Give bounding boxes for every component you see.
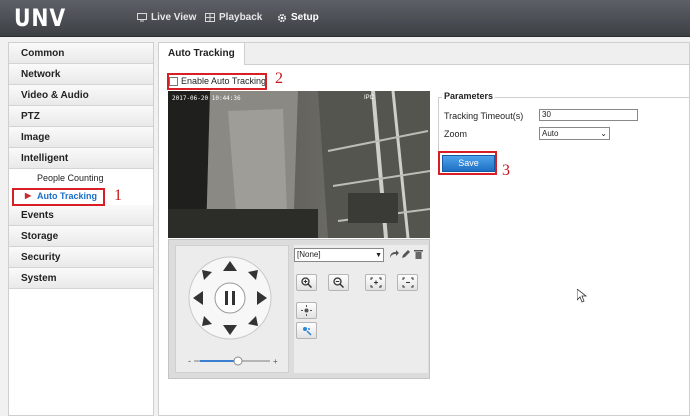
nav-live-view-label: Live View bbox=[151, 12, 197, 23]
call-preset-icon[interactable] bbox=[389, 249, 399, 259]
focus-far-button[interactable] bbox=[397, 274, 418, 291]
sidebar-item-system[interactable]: System bbox=[9, 268, 153, 289]
sidebar-item-intelligent[interactable]: Intelligent bbox=[9, 148, 153, 169]
arrow-up-right-icon bbox=[248, 270, 258, 280]
gear-icon bbox=[277, 13, 287, 22]
osd-timestamp: 2017-06-20 10:44:36 bbox=[172, 95, 241, 102]
zoom-in-button[interactable] bbox=[296, 274, 317, 291]
sidebar: Common Network Video & Audio PTZ Image I… bbox=[8, 42, 154, 416]
pan-down-left-button[interactable] bbox=[202, 316, 212, 326]
wiper-icon bbox=[303, 327, 312, 336]
trash-icon[interactable] bbox=[413, 249, 423, 259]
ptz-preset-area: [None] ▼ bbox=[294, 245, 428, 373]
pan-up-left-button[interactable] bbox=[202, 270, 212, 280]
focus-far-icon bbox=[402, 277, 413, 288]
sidebar-item-network[interactable]: Network bbox=[9, 64, 153, 85]
annotation-number-1: 1 bbox=[114, 187, 122, 204]
preset-select-value: [None] bbox=[297, 250, 321, 259]
arrow-down-icon bbox=[223, 325, 237, 335]
pan-left-button[interactable] bbox=[193, 291, 203, 305]
arrow-down-left-icon bbox=[202, 316, 212, 326]
top-bar: UNV Live View Playback Setup bbox=[0, 0, 690, 37]
pan-right-button[interactable] bbox=[257, 291, 267, 305]
zoom-out-icon bbox=[333, 277, 344, 288]
zoom-in-icon bbox=[301, 277, 312, 288]
sidebar-item-common[interactable]: Common bbox=[9, 43, 153, 64]
arrow-up-icon bbox=[223, 261, 237, 271]
tab-bar: Auto Tracking bbox=[159, 43, 689, 65]
sidebar-item-storage[interactable]: Storage bbox=[9, 226, 153, 247]
live-video[interactable]: 2017-06-20 10:44:36 IPC bbox=[168, 91, 430, 238]
svg-text:-: - bbox=[188, 356, 191, 366]
cursor-arrow-icon bbox=[576, 288, 588, 303]
sidebar-item-security[interactable]: Security bbox=[9, 247, 153, 268]
sidebar-item-video-audio[interactable]: Video & Audio bbox=[9, 85, 153, 106]
film-icon bbox=[205, 13, 215, 22]
main-panel: Auto Tracking Enable Auto Tracking 2017-… bbox=[158, 42, 690, 416]
arrow-left-icon bbox=[193, 291, 203, 305]
osd-camera-name: IPC bbox=[364, 95, 375, 101]
chevron-down-icon: ▼ bbox=[375, 252, 382, 259]
focus-near-icon bbox=[370, 277, 381, 288]
nav-playback[interactable]: Playback bbox=[205, 12, 262, 23]
parameters-title: Parameters bbox=[442, 91, 496, 101]
mouse-cursor bbox=[576, 288, 588, 306]
annotation-box-3 bbox=[438, 151, 497, 175]
monitor-icon bbox=[137, 13, 147, 22]
camera-scene bbox=[168, 91, 430, 238]
tracking-timeout-label: Tracking Timeout(s) bbox=[444, 111, 524, 121]
pan-up-button[interactable] bbox=[223, 261, 237, 271]
zoom-select-value: Auto bbox=[542, 129, 559, 138]
sidebar-item-events[interactable]: Events bbox=[9, 205, 153, 226]
nav-live-view[interactable]: Live View bbox=[137, 12, 196, 23]
arrow-down-right-icon bbox=[248, 316, 258, 326]
zoom-label: Zoom bbox=[444, 129, 468, 139]
annotation-box-2 bbox=[167, 73, 267, 90]
arrow-right-icon bbox=[257, 291, 267, 305]
pan-down-button[interactable] bbox=[223, 325, 237, 335]
nav-setup[interactable]: Setup bbox=[277, 12, 319, 23]
tab-auto-tracking[interactable]: Auto Tracking bbox=[159, 43, 245, 65]
sidebar-sub-people-counting[interactable]: People Counting bbox=[9, 169, 153, 187]
annotation-number-3: 3 bbox=[502, 162, 510, 179]
speed-slider[interactable] bbox=[194, 356, 270, 366]
ptz-direction-pad: - + bbox=[175, 245, 289, 373]
pause-button[interactable] bbox=[216, 284, 244, 312]
pan-up-right-button[interactable] bbox=[248, 270, 258, 280]
edit-preset-icon[interactable] bbox=[401, 249, 411, 259]
nav-setup-label: Setup bbox=[291, 12, 319, 23]
sidebar-item-image[interactable]: Image bbox=[9, 127, 153, 148]
pan-down-right-button[interactable] bbox=[248, 316, 258, 326]
focus-near-button[interactable] bbox=[365, 274, 386, 291]
zoom-select[interactable]: Auto ⌄ bbox=[539, 127, 610, 140]
tracking-timeout-input[interactable]: 30 bbox=[539, 109, 638, 121]
svg-text:+: + bbox=[273, 357, 278, 366]
nav-playback-label: Playback bbox=[219, 12, 263, 23]
light-button[interactable] bbox=[296, 302, 317, 319]
arrow-up-left-icon bbox=[202, 270, 212, 280]
ptz-control-panel: - + [None] ▼ bbox=[168, 239, 430, 379]
chevron-down-icon: ⌄ bbox=[600, 129, 607, 138]
preset-select[interactable]: [None] ▼ bbox=[294, 248, 384, 262]
zoom-out-button[interactable] bbox=[328, 274, 349, 291]
annotation-number-2: 2 bbox=[275, 70, 283, 87]
sidebar-item-ptz[interactable]: PTZ bbox=[9, 106, 153, 127]
annotation-box-1 bbox=[12, 188, 105, 206]
brand-logo: UNV bbox=[14, 4, 66, 32]
wiper-button[interactable] bbox=[296, 322, 317, 339]
sun-icon bbox=[301, 305, 312, 316]
